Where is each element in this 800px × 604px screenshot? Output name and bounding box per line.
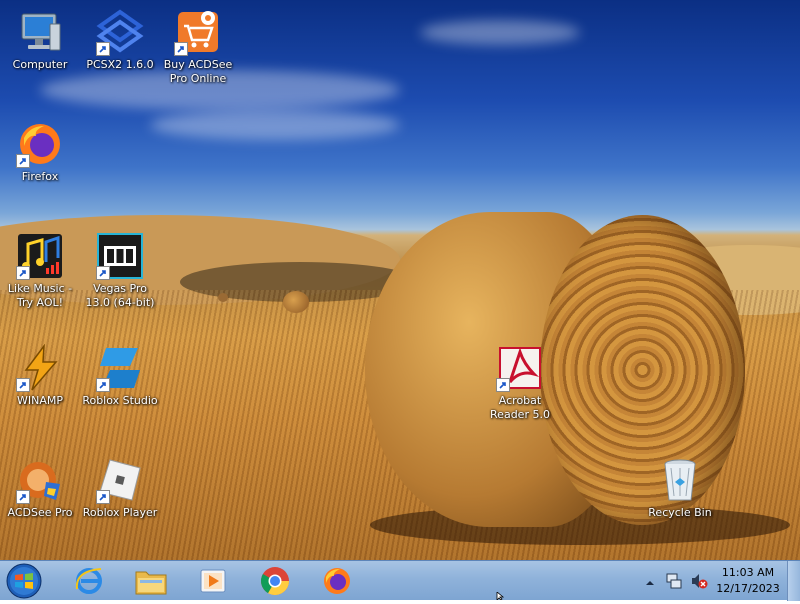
shortcut-arrow-icon bbox=[16, 266, 30, 280]
shortcut-arrow-icon bbox=[96, 266, 110, 280]
file-explorer-icon bbox=[135, 571, 167, 595]
icon-label: Computer bbox=[12, 58, 68, 71]
desktop-icon-computer[interactable]: Computer bbox=[2, 8, 78, 72]
icon-label: Roblox Player bbox=[82, 506, 158, 519]
winamp-icon bbox=[16, 343, 64, 392]
chrome-icon bbox=[261, 567, 289, 595]
pcsx2-icon bbox=[96, 8, 144, 56]
clock-date: 12/17/2023 bbox=[716, 582, 780, 595]
show-hidden-icons-arrow[interactable] bbox=[645, 573, 655, 592]
taskbar-media-player[interactable] bbox=[186, 563, 240, 599]
icon-label: Acrobat Reader 5.0 bbox=[490, 394, 550, 421]
icon-label: Buy ACDSee Pro Online bbox=[163, 58, 233, 85]
shortcut-arrow-icon bbox=[96, 378, 110, 392]
firefox-icon bbox=[16, 120, 64, 168]
acrobat-icon bbox=[496, 344, 544, 392]
shopping-cart-icon bbox=[174, 8, 222, 56]
taskbar-chrome[interactable] bbox=[248, 563, 302, 599]
network-icon[interactable] bbox=[666, 572, 682, 594]
taskbar-file-explorer[interactable] bbox=[124, 563, 178, 599]
film-icon bbox=[96, 232, 144, 280]
internet-explorer-icon bbox=[75, 568, 102, 594]
firefox-icon bbox=[324, 568, 350, 594]
icon-label: WINAMP bbox=[17, 394, 63, 407]
shortcut-arrow-icon bbox=[16, 154, 30, 168]
taskbar: 11:03 AM 12/17/2023 bbox=[0, 560, 800, 601]
desktop-icon-roblox-studio[interactable]: Roblox Studio bbox=[82, 344, 158, 408]
desktop-icon-firefox[interactable]: Firefox bbox=[2, 120, 78, 184]
desktop-icon-acrobat-reader[interactable]: Acrobat Reader 5.0 bbox=[482, 344, 558, 422]
shortcut-arrow-icon bbox=[96, 490, 110, 504]
desktop-icon-roblox-player[interactable]: Roblox Player bbox=[82, 456, 158, 520]
clock-time: 11:03 AM bbox=[721, 566, 775, 579]
computer-icon bbox=[16, 8, 64, 56]
roblox-player-icon bbox=[96, 456, 144, 504]
desktop-icon-buy-acdsee[interactable]: Buy ACDSee Pro Online bbox=[160, 8, 236, 86]
shortcut-arrow-icon bbox=[96, 42, 110, 56]
acdsee-icon bbox=[16, 456, 64, 504]
clock[interactable]: 11:03 AM 12/17/2023 bbox=[705, 565, 791, 597]
icon-label: Recycle Bin bbox=[648, 506, 712, 519]
icon-label: Vegas Pro 13.0 (64-bit) bbox=[85, 282, 155, 309]
icon-label: Like Music - Try AOL! bbox=[7, 282, 73, 309]
mouse-cursor-icon bbox=[496, 592, 505, 600]
shortcut-arrow-icon bbox=[16, 378, 30, 392]
shortcut-arrow-icon bbox=[496, 378, 510, 392]
cloud bbox=[150, 110, 400, 140]
shortcut-arrow-icon bbox=[16, 490, 30, 504]
media-player-icon bbox=[200, 569, 226, 593]
icon-label: PCSX2 1.6.0 bbox=[86, 58, 154, 71]
desktop-icon-acdsee-pro[interactable]: ACDSee Pro bbox=[2, 456, 78, 520]
start-orb-icon bbox=[6, 563, 42, 599]
tiny-hay-bale bbox=[218, 293, 228, 302]
roblox-studio-icon bbox=[96, 344, 144, 392]
desktop-icon-vegas-pro[interactable]: Vegas Pro 13.0 (64-bit) bbox=[82, 232, 158, 310]
desktop-icon-winamp[interactable]: WINAMP bbox=[2, 343, 78, 408]
icon-label: Firefox bbox=[21, 170, 59, 183]
icon-label: ACDSee Pro bbox=[7, 506, 73, 519]
music-notes-icon bbox=[16, 232, 64, 280]
desktop-icon-recycle-bin[interactable]: Recycle Bin bbox=[642, 456, 718, 520]
desktop-icon-like-music[interactable]: Like Music - Try AOL! bbox=[2, 232, 78, 310]
small-hay-bale bbox=[283, 291, 309, 313]
show-desktop-button[interactable] bbox=[787, 561, 800, 601]
taskbar-firefox[interactable] bbox=[310, 563, 364, 599]
cloud bbox=[420, 20, 580, 45]
icon-label: Roblox Studio bbox=[82, 394, 158, 407]
taskbar-internet-explorer[interactable] bbox=[62, 563, 116, 599]
recycle-bin-icon bbox=[656, 456, 704, 504]
start-button[interactable] bbox=[4, 562, 44, 600]
desktop-icon-pcsx2[interactable]: PCSX2 1.6.0 bbox=[82, 8, 158, 72]
shortcut-arrow-icon bbox=[174, 42, 188, 56]
